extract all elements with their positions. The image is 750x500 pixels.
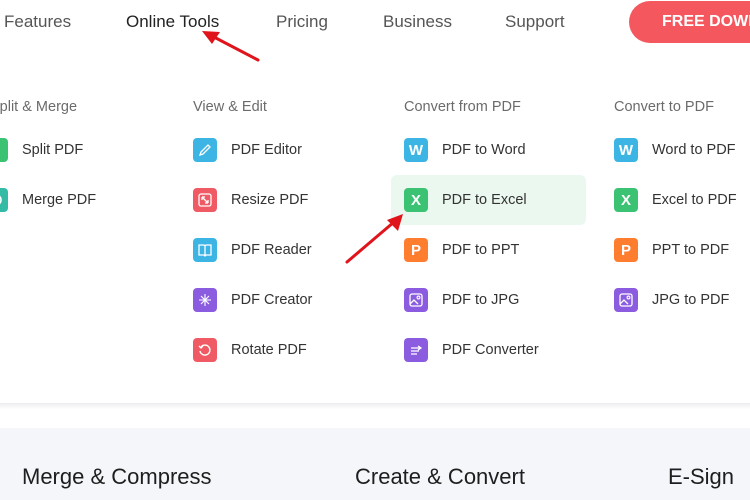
- menu-item-pdf-to-jpg[interactable]: PDF to JPG: [391, 275, 586, 325]
- column-title: Split & Merge: [0, 99, 78, 115]
- menu-item-pdf-to-word[interactable]: W PDF to Word: [391, 125, 586, 175]
- merge-icon: [0, 188, 8, 212]
- menu-item-label: Rotate PDF: [231, 342, 307, 358]
- word-icon: W: [614, 138, 638, 162]
- menu-item-split-pdf[interactable]: Split PDF: [0, 125, 164, 175]
- nav-features[interactable]: Features: [4, 12, 71, 32]
- nav-online-tools[interactable]: Online Tools: [126, 12, 219, 32]
- menu-item-ppt-to-pdf[interactable]: P PPT to PDF: [614, 225, 750, 275]
- resize-icon: [193, 188, 217, 212]
- menu-item-label: Excel to PDF: [652, 192, 737, 208]
- word-icon: W: [404, 138, 428, 162]
- menu-item-label: Split PDF: [22, 142, 84, 158]
- menu-item-label: PDF to Word: [442, 142, 526, 158]
- excel-icon: X: [404, 188, 428, 212]
- top-navigation: Features Online Tools Pricing Business S…: [0, 0, 750, 45]
- column-title: Convert to PDF: [614, 99, 714, 115]
- menu-item-excel-to-pdf[interactable]: X Excel to PDF: [614, 175, 750, 225]
- menu-item-rotate-pdf[interactable]: Rotate PDF: [193, 325, 378, 375]
- convert-icon: [404, 338, 428, 362]
- footer-sections: Merge & Compress Create & Convert E-Sign: [0, 428, 750, 500]
- image-icon: [614, 288, 638, 312]
- book-icon: [193, 238, 217, 262]
- section-e-sign[interactable]: E-Sign: [668, 464, 734, 490]
- menu-shadow-divider: [0, 403, 750, 409]
- menu-item-label: PDF Converter: [442, 342, 539, 358]
- section-merge-compress[interactable]: Merge & Compress: [22, 464, 212, 490]
- nav-business[interactable]: Business: [383, 12, 452, 32]
- ppt-icon: P: [404, 238, 428, 262]
- menu-item-pdf-creator[interactable]: PDF Creator: [193, 275, 378, 325]
- nav-pricing[interactable]: Pricing: [276, 12, 328, 32]
- menu-item-label: Merge PDF: [22, 192, 97, 208]
- menu-item-label: PDF Creator: [231, 292, 313, 308]
- menu-item-word-to-pdf[interactable]: W Word to PDF: [614, 125, 750, 175]
- ppt-icon: P: [614, 238, 638, 262]
- menu-item-label: Word to PDF: [652, 142, 736, 158]
- menu-item-label: PDF to Excel: [442, 192, 527, 208]
- menu-item-merge-pdf[interactable]: Merge PDF: [0, 175, 164, 225]
- menu-item-label: PDF to JPG: [442, 292, 520, 308]
- menu-item-label: Resize PDF: [231, 192, 309, 208]
- free-download-button[interactable]: FREE DOWNLOAD: [629, 1, 750, 43]
- section-create-convert[interactable]: Create & Convert: [355, 464, 525, 490]
- menu-item-pdf-editor[interactable]: PDF Editor: [193, 125, 378, 175]
- menu-item-pdf-converter[interactable]: PDF Converter: [391, 325, 586, 375]
- menu-item-pdf-to-ppt[interactable]: P PDF to PPT: [391, 225, 586, 275]
- menu-item-jpg-to-pdf[interactable]: JPG to PDF: [614, 275, 750, 325]
- menu-item-label: PDF Reader: [231, 242, 312, 258]
- menu-item-pdf-reader[interactable]: PDF Reader: [193, 225, 378, 275]
- menu-item-label: PDF Editor: [231, 142, 302, 158]
- excel-icon: X: [614, 188, 638, 212]
- pencil-icon: [193, 138, 217, 162]
- nav-support[interactable]: Support: [505, 12, 565, 32]
- rotate-icon: [193, 338, 217, 362]
- menu-item-resize-pdf[interactable]: Resize PDF: [193, 175, 378, 225]
- column-title: Convert from PDF: [404, 99, 521, 115]
- image-icon: [404, 288, 428, 312]
- split-icon: [0, 138, 8, 162]
- column-title: View & Edit: [193, 99, 267, 115]
- menu-item-pdf-to-excel[interactable]: X PDF to Excel: [391, 175, 586, 225]
- menu-item-label: JPG to PDF: [652, 292, 730, 308]
- online-tools-menu: Split & Merge Split PDF Merge PDF View &…: [0, 45, 750, 403]
- menu-item-label: PPT to PDF: [652, 242, 730, 258]
- menu-item-label: PDF to PPT: [442, 242, 520, 258]
- sparkle-icon: [193, 288, 217, 312]
